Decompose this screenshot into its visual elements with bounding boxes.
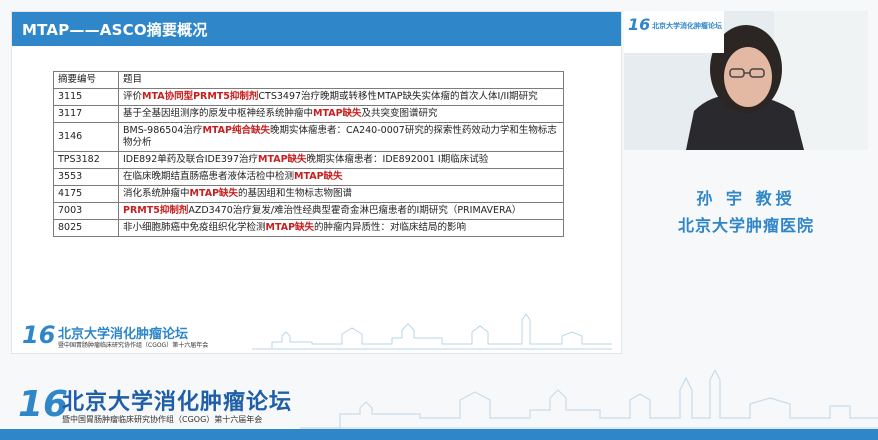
table-row: 3146 BMS-986504治疗MTAP纯合缺失晚期实体瘤患者：CA240-00… xyxy=(53,122,564,152)
slide-title: MTAP——ASCO摘要概况 xyxy=(22,21,208,39)
title-text: 的基因组和生物标志物图谱 xyxy=(238,188,353,199)
abstract-id: 8025 xyxy=(53,219,119,237)
title-text: 消化系统肿瘤中 xyxy=(123,188,190,199)
highlight-text: MTAP缺失 xyxy=(313,108,362,119)
speaker-video: 16 北京大学消化肿瘤论坛 xyxy=(624,11,868,150)
banner-title: 北京大学消化肿瘤论坛 xyxy=(62,390,293,415)
abstract-id: 3117 xyxy=(53,105,119,123)
title-text: 非小细胞肺癌中免疫组织化学检测 xyxy=(123,222,266,233)
abstract-id: 7003 xyxy=(53,202,119,220)
skyline-graphic xyxy=(252,314,612,350)
highlight-text: PRMT5抑制剂 xyxy=(123,205,189,216)
title-text: 晚期实体瘤患者：IDE892001 I期临床试验 xyxy=(306,154,489,165)
speaker-affiliation: 北京大学肿瘤医院 xyxy=(677,216,814,235)
banner-skyline-graphic xyxy=(300,370,878,429)
footer-subtitle: 暨中国胃肠肿瘤临床研究协作组（CGOG）第十六届年会 xyxy=(58,342,209,349)
title-text: 评价 xyxy=(123,91,143,102)
abstract-id: 4175 xyxy=(53,185,119,203)
slide: MTAP——ASCO摘要概况 摘要编号 题目 3115 评价MTA协同型PRMT5… xyxy=(11,11,622,354)
title-text: 在临床晚期结直肠癌患者液体活检中检测 xyxy=(123,171,295,182)
title-text: 及共突变图谱研究 xyxy=(361,108,438,119)
title-text: AZD3470治疗复发/难治性经典型霍奇金淋巴瘤患者的I期研究（PRIMAVER… xyxy=(188,205,522,216)
abstract-id: 3146 xyxy=(53,122,119,152)
bottom-bar xyxy=(0,429,878,440)
abstract-title: 在临床晚期结直肠癌患者液体活检中检测MTAP缺失 xyxy=(118,168,564,186)
title-text: 基于全基因组测序的原发中枢神经系统肿瘤中 xyxy=(123,108,314,119)
table-row: 8025 非小细胞肺癌中免疫组织化学检测MTAP缺失的肿瘤内异质性：对临床结局的影… xyxy=(53,219,564,237)
table-row: 3117 基于全基因组测序的原发中枢神经系统肿瘤中MTAP缺失及共突变图谱研究 xyxy=(53,105,564,123)
highlight-text: MTA协同型PRMT5抑制剂 xyxy=(142,91,259,102)
overlay-title: 北京大学消化肿瘤论坛 xyxy=(652,22,722,30)
abstract-table: 摘要编号 题目 3115 评价MTA协同型PRMT5抑制剂CTS3497治疗晚期或… xyxy=(53,71,564,237)
abstract-title: 评价MTA协同型PRMT5抑制剂CTS3497治疗晚期或转移性MTAP缺失实体瘤… xyxy=(118,88,564,106)
highlight-text: MTAP纯合缺失 xyxy=(202,125,270,136)
abstract-title: 消化系统肿瘤中MTAP缺失的基因组和生物标志物图谱 xyxy=(118,185,564,203)
title-text: BMS-986504治疗 xyxy=(123,125,203,136)
table-row: 4175 消化系统肿瘤中MTAP缺失的基因组和生物标志物图谱 xyxy=(53,185,564,203)
highlight-text: MTAP缺失 xyxy=(294,171,343,182)
abstract-id: 3115 xyxy=(53,88,119,106)
highlight-text: MTAP缺失 xyxy=(258,154,307,165)
table-row: 3115 评价MTA协同型PRMT5抑制剂CTS3497治疗晚期或转移性MTAP缺… xyxy=(53,88,564,106)
table-row: TPS3182 IDE892单药及联合IDE397治疗MTAP缺失晚期实体瘤患者：… xyxy=(53,151,564,169)
abstract-title: PRMT5抑制剂AZD3470治疗复发/难治性经典型霍奇金淋巴瘤患者的I期研究（… xyxy=(118,202,564,220)
highlight-text: MTAP缺失 xyxy=(265,222,315,233)
abstract-title: 非小细胞肺癌中免疫组织化学检测MTAP缺失的肿瘤内异质性：对临床结局的影响 xyxy=(118,219,564,237)
slide-header: MTAP——ASCO摘要概况 xyxy=(12,12,621,46)
abstract-id: TPS3182 xyxy=(53,151,119,169)
title-text: 的肿瘤内异质性：对临床结局的影响 xyxy=(314,222,467,233)
abstract-title: IDE892单药及联合IDE397治疗MTAP缺失晚期实体瘤患者：IDE8920… xyxy=(118,151,564,169)
abstract-title: BMS-986504治疗MTAP纯合缺失晚期实体瘤患者：CA240-0007研究… xyxy=(118,122,564,152)
table-header-row: 摘要编号 题目 xyxy=(53,71,564,89)
overlay-number: 16 xyxy=(628,15,651,34)
highlight-text: MTAP缺失 xyxy=(189,188,239,199)
slide-footer-logo: 16 北京大学消化肿瘤论坛 暨中国胃肠肿瘤临床研究协作组（CGOG）第十六届年会 xyxy=(22,321,242,351)
title-text: CTS3497治疗晚期或转移性MTAP缺失实体瘤的首次人体I/II期研究 xyxy=(258,91,538,102)
speaker-name: 孙 宇 教授 xyxy=(696,189,796,208)
table-row: 7003 PRMT5抑制剂AZD3470治疗复发/难治性经典型霍奇金淋巴瘤患者的I… xyxy=(53,202,564,220)
title-text: IDE892单药及联合IDE397治疗 xyxy=(123,154,259,165)
table-row: 3553 在临床晚期结直肠癌患者液体活检中检测MTAP缺失 xyxy=(53,168,564,186)
abstract-id: 3553 xyxy=(53,168,119,186)
banner-number: 16 xyxy=(18,384,69,425)
header-id: 摘要编号 xyxy=(53,71,119,89)
header-title: 题目 xyxy=(118,71,564,89)
banner-subtitle: 暨中国胃肠肿瘤临床研究协作组（CGOG）第十六届年会 xyxy=(62,415,263,424)
video-overlay-logo: 16 北京大学消化肿瘤论坛 xyxy=(624,11,724,53)
footer-number: 16 xyxy=(22,321,56,349)
abstract-title: 基于全基因组测序的原发中枢神经系统肿瘤中MTAP缺失及共突变图谱研究 xyxy=(118,105,564,123)
